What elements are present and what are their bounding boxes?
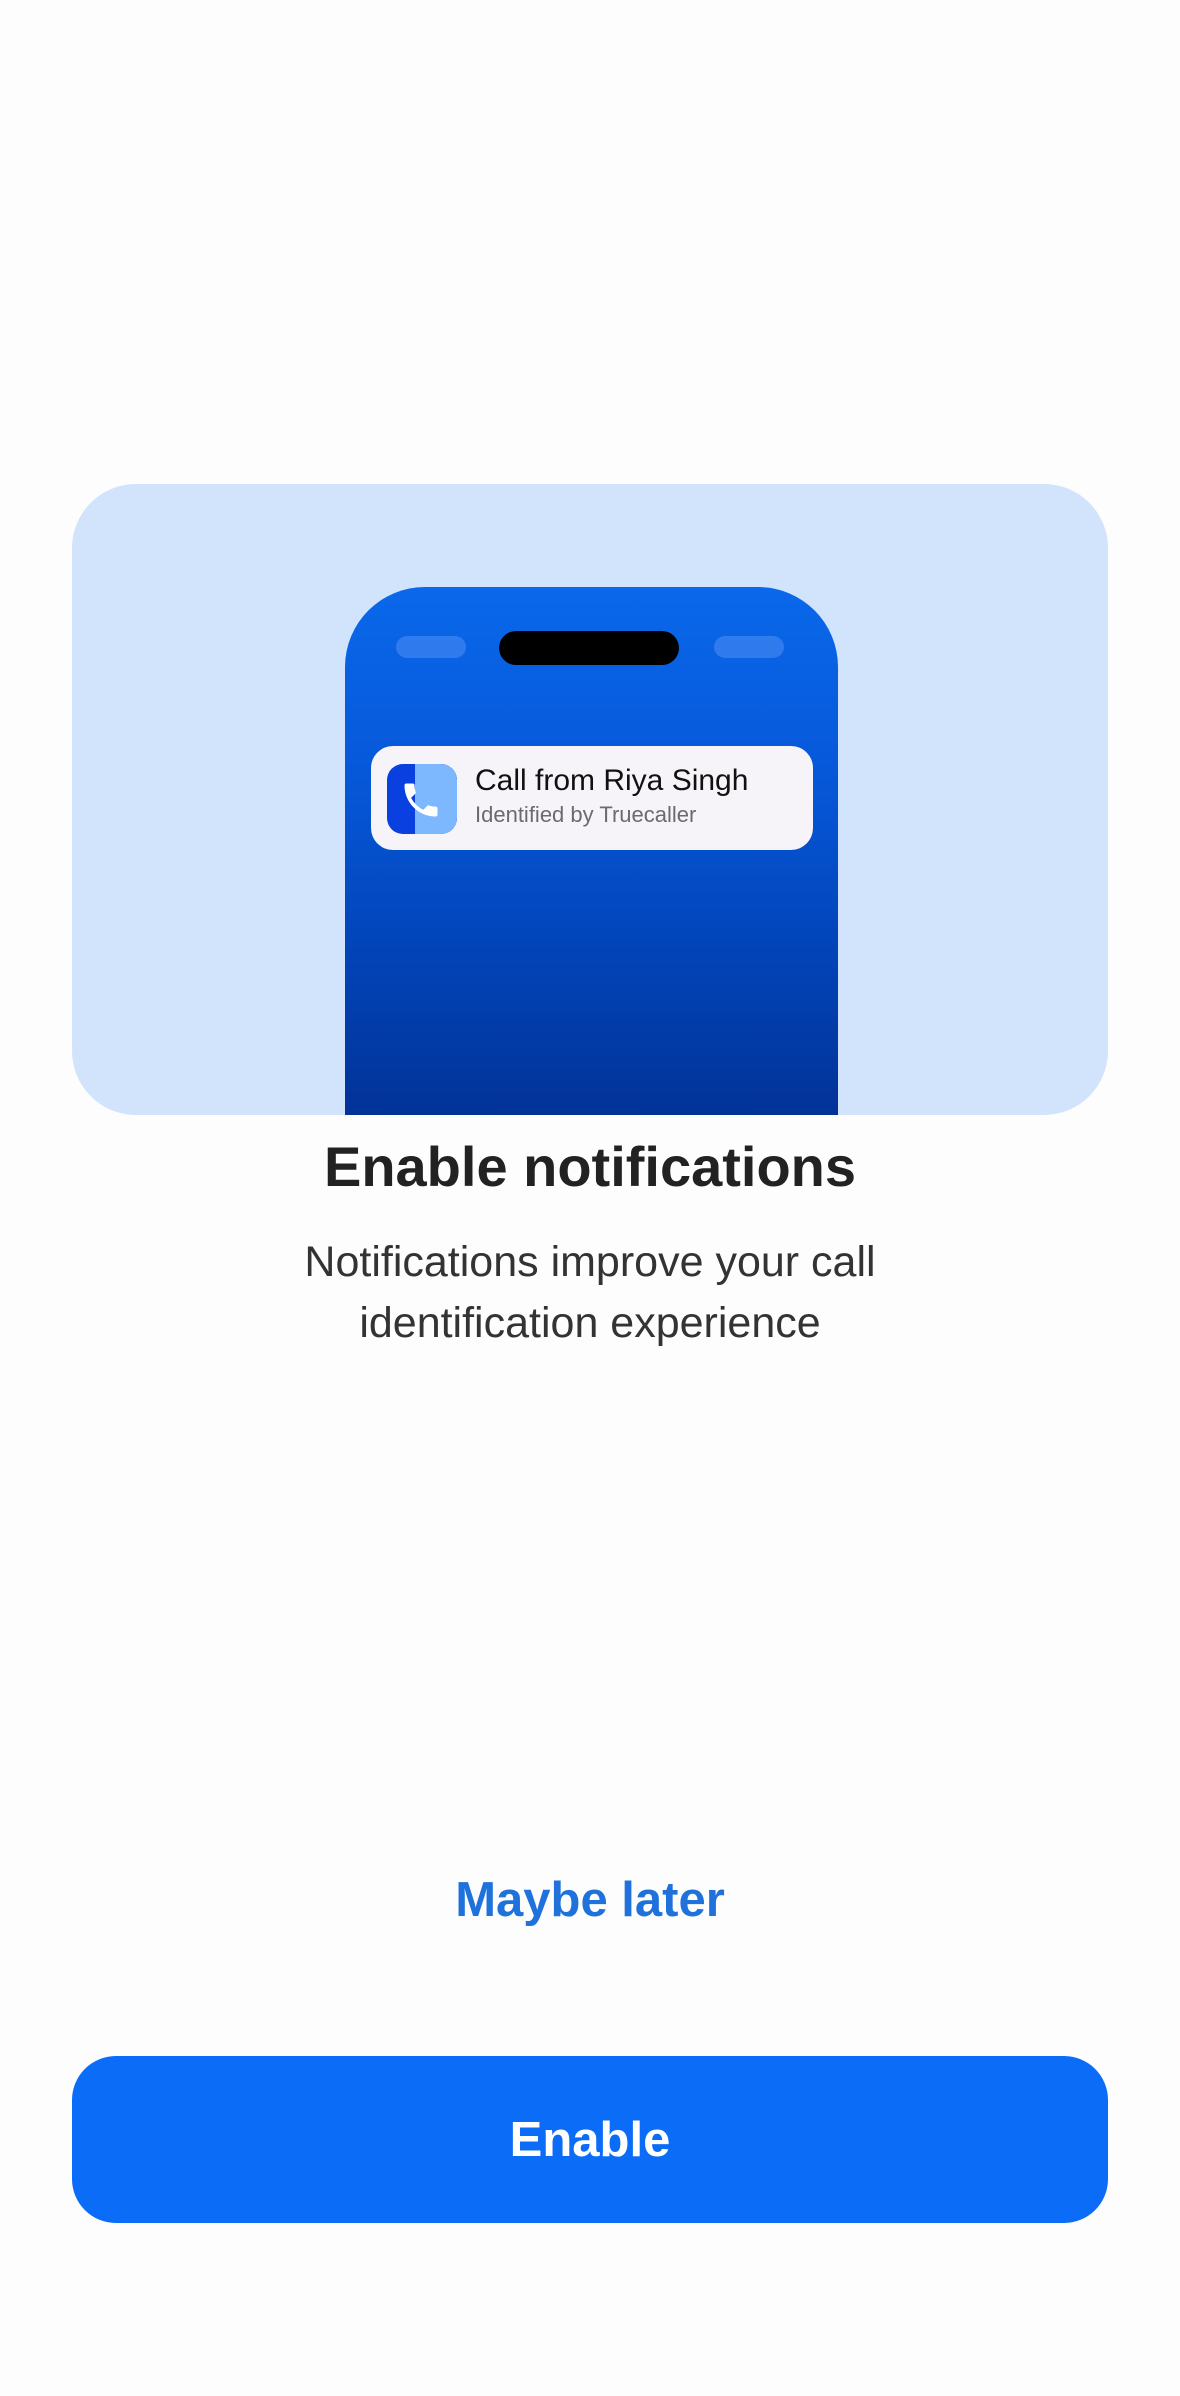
notification-subtitle: Identified by Truecaller xyxy=(475,802,697,827)
phone-sensor-right xyxy=(714,636,784,658)
hero-illustration: Call from Riya Singh Identified by Truec… xyxy=(72,484,1108,1115)
notification-title: Call from Riya Singh xyxy=(475,764,749,797)
page-description: Notifications improve your call identifi… xyxy=(304,1238,876,1347)
maybe-later-button[interactable]: Maybe later xyxy=(390,1864,790,1936)
page-title: Enable notifications xyxy=(323,1135,857,1198)
enable-button[interactable]: Enable xyxy=(72,2056,1108,2223)
phone-illustration: Call from Riya Singh Identified by Truec… xyxy=(345,587,838,1115)
truecaller-phone-icon xyxy=(387,764,457,834)
call-notification-card: Call from Riya Singh Identified by Truec… xyxy=(371,746,813,850)
phone-sensor-left xyxy=(396,636,466,658)
phone-dynamic-island xyxy=(499,631,679,665)
